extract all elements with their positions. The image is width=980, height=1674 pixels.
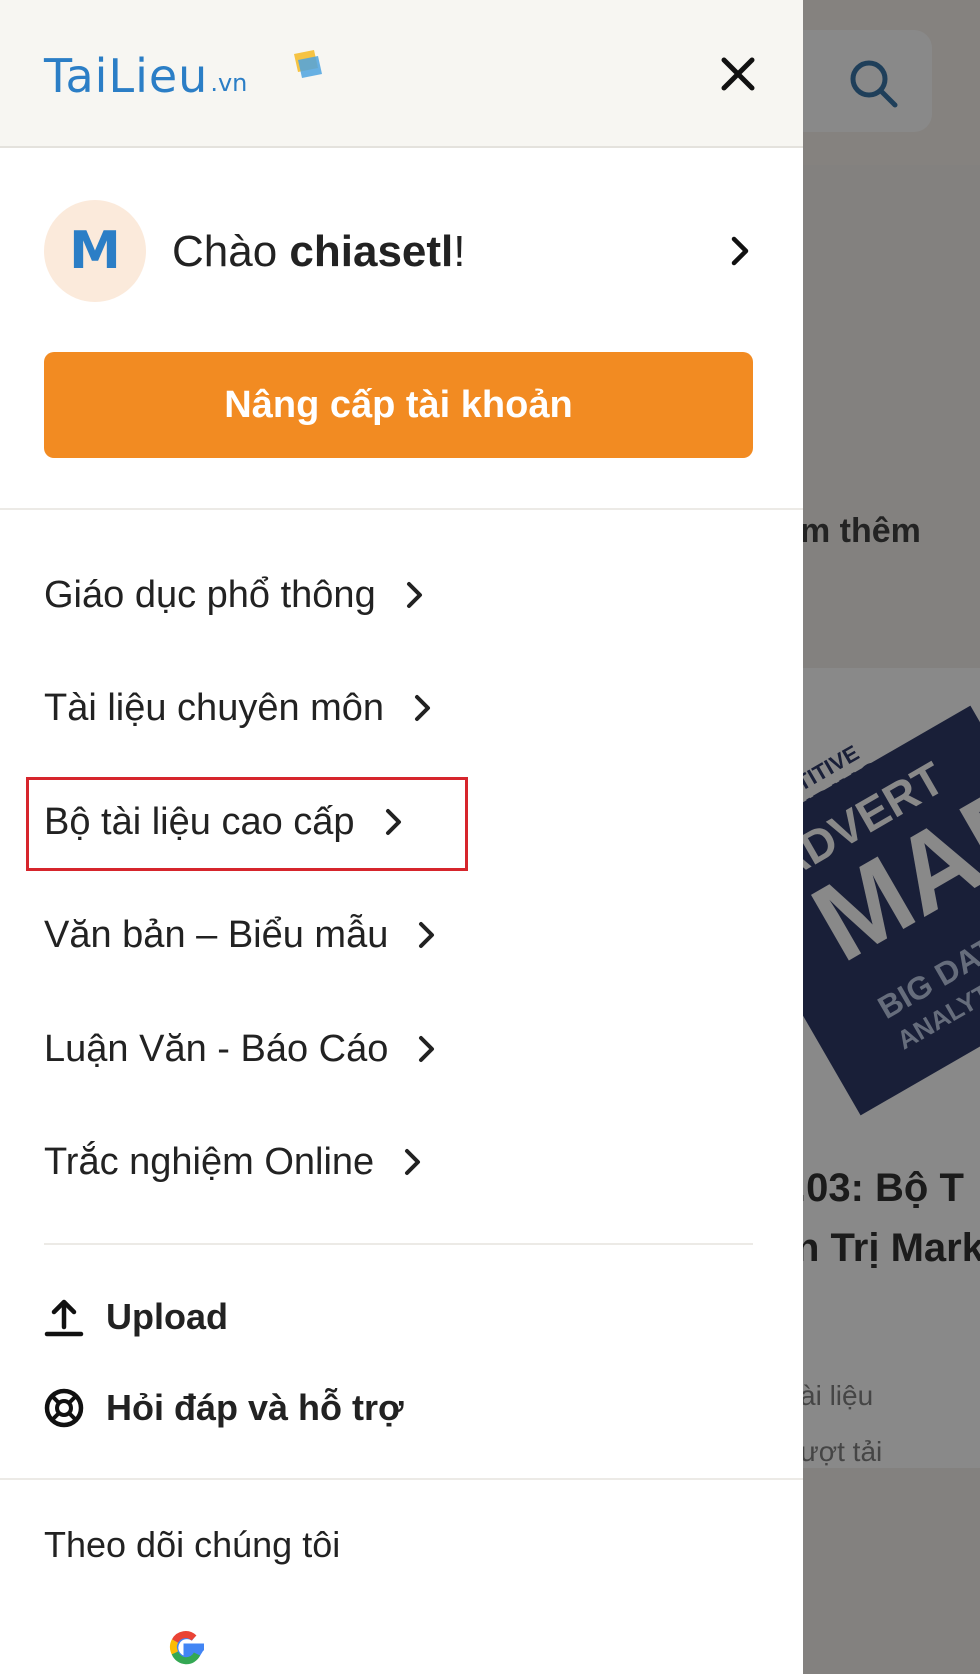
help-support-label: Hỏi đáp và hỗ trợ [106,1387,404,1428]
chevron-right-icon [405,1149,421,1175]
drawer-header: TaiLieu .vn [0,0,803,148]
follow-us-label: Theo dõi chúng tôi [44,1524,341,1565]
avatar: M [44,200,146,302]
logo-text: TaiLieu [44,49,209,103]
upgrade-account-button[interactable]: Nâng cấp tài khoản [44,352,753,458]
menu-item-forms-templates[interactable]: Văn bản – Biểu mẫu [44,905,438,965]
divider [44,1243,753,1245]
upload-icon [44,1299,84,1337]
menu-item-theses-reports[interactable]: Luận Văn - Báo Cáo [44,1019,438,1079]
menu-item-label: Trắc nghiệm Online [44,1140,375,1183]
upload-link[interactable]: Upload [44,1289,228,1345]
google-icon[interactable] [164,1624,210,1670]
logo-suffix: .vn [210,69,248,97]
menu-item-label: Văn bản – Biểu mẫu [44,913,389,956]
greeting-prefix: Chào [172,227,290,276]
greeting-suffix: ! [453,227,466,276]
chevron-right-icon [731,236,749,266]
menu-item-online-quizzes[interactable]: Trắc nghiệm Online [44,1132,424,1192]
help-support-link[interactable]: Hỏi đáp và hỗ trợ [44,1380,404,1436]
upload-label: Upload [106,1296,228,1337]
menu-item-label: Luận Văn - Báo Cáo [44,1027,389,1070]
divider [0,508,803,510]
close-icon[interactable] [718,54,758,94]
greeting-text: Chào chiasetl! [172,224,466,280]
chevron-right-icon [406,582,422,608]
highlight-box [26,777,468,871]
side-drawer: TaiLieu .vn M Chào chiasetl! Nâng cấp tà… [0,0,803,1674]
user-profile-row[interactable]: M Chào chiasetl! [44,200,756,302]
chevron-right-icon [419,922,435,948]
chevron-right-icon [419,1036,435,1062]
menu-item-label: Giáo dục phổ thông [44,573,376,616]
logo-book-icon [294,50,322,78]
site-logo[interactable]: TaiLieu .vn [44,46,247,106]
username: chiasetl [289,227,454,276]
divider [0,1478,803,1480]
menu-item-label: Tài liệu chuyên môn [44,686,385,729]
chevron-right-icon [415,695,431,721]
lifebuoy-icon [44,1388,84,1428]
menu-item-professional-documents[interactable]: Tài liệu chuyên môn [44,678,434,738]
menu-item-general-education[interactable]: Giáo dục phổ thông [44,565,426,625]
